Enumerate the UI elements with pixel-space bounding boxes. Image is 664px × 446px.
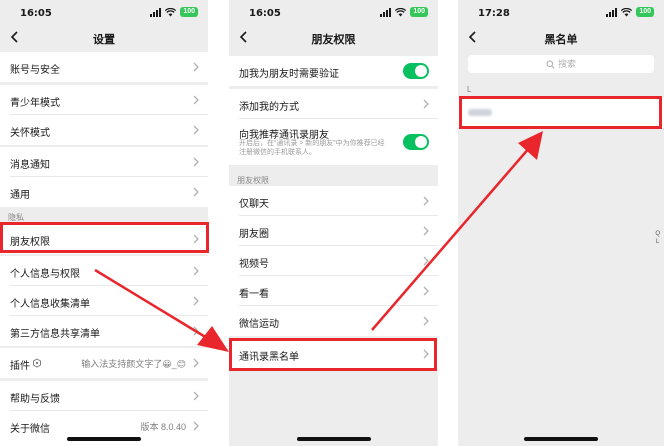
- annotation-arrows: [94, 131, 543, 352]
- arrow-to-blacklist: [371, 131, 543, 331]
- arrow-to-friend-permissions: [94, 268, 229, 352]
